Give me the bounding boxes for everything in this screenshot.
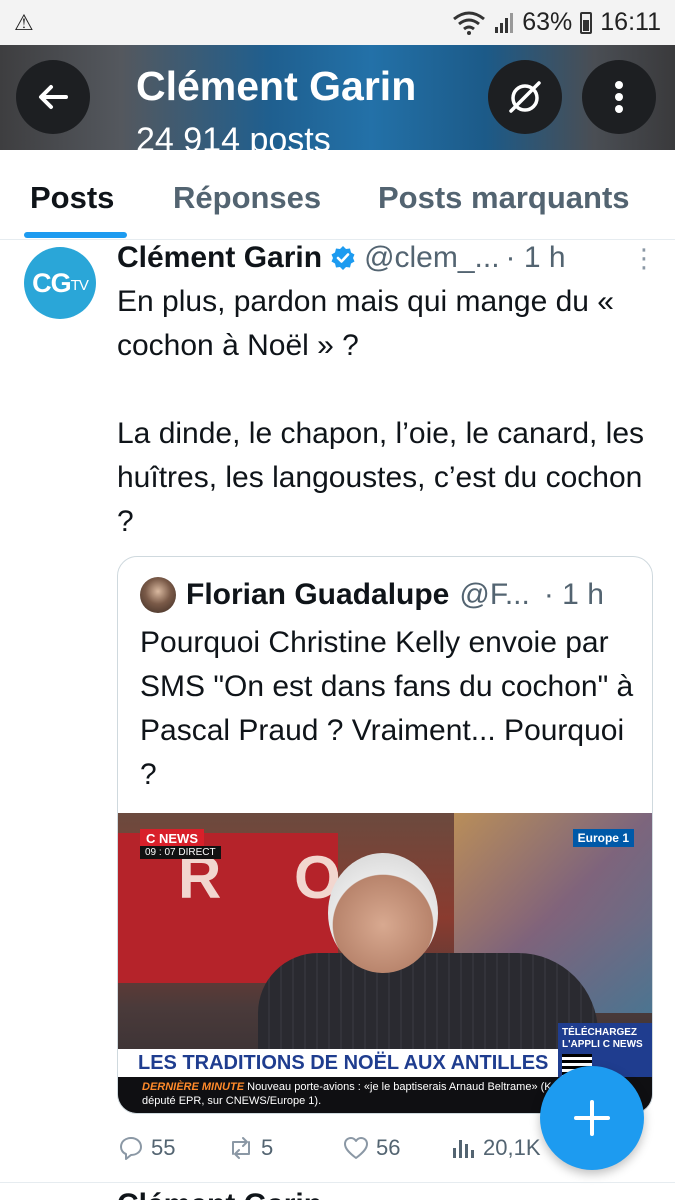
view-count: 20,1K	[483, 1135, 541, 1160]
quoted-post-text: Pourquoi Christine Kelly envoie par SMS …	[140, 626, 634, 791]
repost-count: 5	[261, 1135, 274, 1160]
quoted-author-handle: @F...	[459, 578, 530, 611]
quoted-author-avatar	[140, 577, 176, 613]
post-header: Clément Garin @clem_... · 1 h ⋮	[117, 238, 657, 278]
wifi-icon	[453, 11, 486, 35]
avatar-text-small: TV	[70, 276, 89, 294]
post-count: 24 914 posts	[136, 121, 331, 150]
next-post-author[interactable]: Clément Garin	[117, 1188, 322, 1200]
reply-count: 55	[151, 1135, 176, 1160]
tab-posts[interactable]: Posts	[30, 180, 114, 216]
clock: 16:11	[600, 8, 661, 36]
ticker-label: DERNIÈRE MINUTE	[142, 1081, 245, 1093]
reply-button[interactable]: 55	[117, 1134, 175, 1162]
tab-highlights[interactable]: Posts marquants	[378, 180, 630, 216]
repost-icon	[232, 1137, 250, 1159]
active-tab-indicator	[24, 232, 127, 238]
status-right: 63% 16:11	[452, 8, 661, 37]
avatar-text: CG	[32, 267, 71, 298]
plus-icon	[574, 1100, 610, 1136]
tab-replies[interactable]: Réponses	[173, 180, 321, 216]
quoted-post-header: Florian Guadalupe @F... · 1 h	[186, 573, 636, 617]
post-text: En plus, pardon mais qui mange du « coch…	[117, 285, 645, 538]
profile-header: Clément Garin 24 914 posts	[0, 45, 675, 150]
post-time[interactable]: · 1 h	[506, 241, 566, 275]
download-app-text: TÉLÉCHARGEZ L'APPLI C NEWS	[562, 1027, 643, 1050]
post-divider	[0, 1182, 675, 1183]
analytics-icon	[453, 1140, 474, 1158]
bell-off-icon	[509, 81, 541, 113]
reply-icon	[120, 1137, 142, 1160]
back-button[interactable]	[16, 60, 90, 134]
quoted-media-image[interactable]: R O C NEWS 09 : 07 DIRECT Europe 1 TÉLÉC…	[118, 813, 652, 1113]
live-ident: 09 : 07 DIRECT	[140, 846, 221, 859]
verified-badge-icon	[331, 246, 355, 270]
signal-icon	[495, 12, 514, 33]
profile-name: Clément Garin	[136, 63, 417, 109]
notifications-off-button[interactable]	[488, 60, 562, 134]
battery-percent: 63%	[522, 8, 573, 36]
quoted-post[interactable]: Florian Guadalupe @F... · 1 h Pourquoi C…	[117, 556, 653, 1114]
profile-tabs: Posts Réponses Posts marquants	[0, 150, 675, 240]
author-name[interactable]: Clément Garin	[117, 241, 322, 275]
news-banner: LES TRADITIONS DE NOËL AUX ANTILLES	[118, 1049, 558, 1077]
author-handle[interactable]: @clem_...	[364, 241, 499, 275]
status-bar: ⚠ 63% 16:11	[0, 0, 675, 45]
author-avatar[interactable]: CG TV	[24, 247, 96, 319]
more-vertical-icon	[615, 81, 623, 113]
more-options-button[interactable]	[582, 60, 656, 134]
compose-post-button[interactable]	[540, 1066, 644, 1170]
quoted-post-time: · 1 h	[543, 578, 604, 611]
battery-icon	[580, 11, 593, 34]
partner-logo: Europe 1	[572, 829, 634, 847]
quoted-author-name: Florian Guadalupe	[186, 578, 450, 611]
post-menu-icon[interactable]: ⋮	[631, 243, 657, 274]
repost-button[interactable]: 5	[227, 1134, 273, 1162]
warning-icon: ⚠	[14, 9, 34, 35]
arrow-left-icon	[39, 85, 68, 109]
like-button[interactable]: 56	[342, 1134, 400, 1162]
heart-icon	[344, 1137, 368, 1159]
like-count: 56	[376, 1135, 401, 1160]
presenter-head	[328, 853, 438, 973]
views-button[interactable]: 20,1K	[449, 1134, 541, 1162]
